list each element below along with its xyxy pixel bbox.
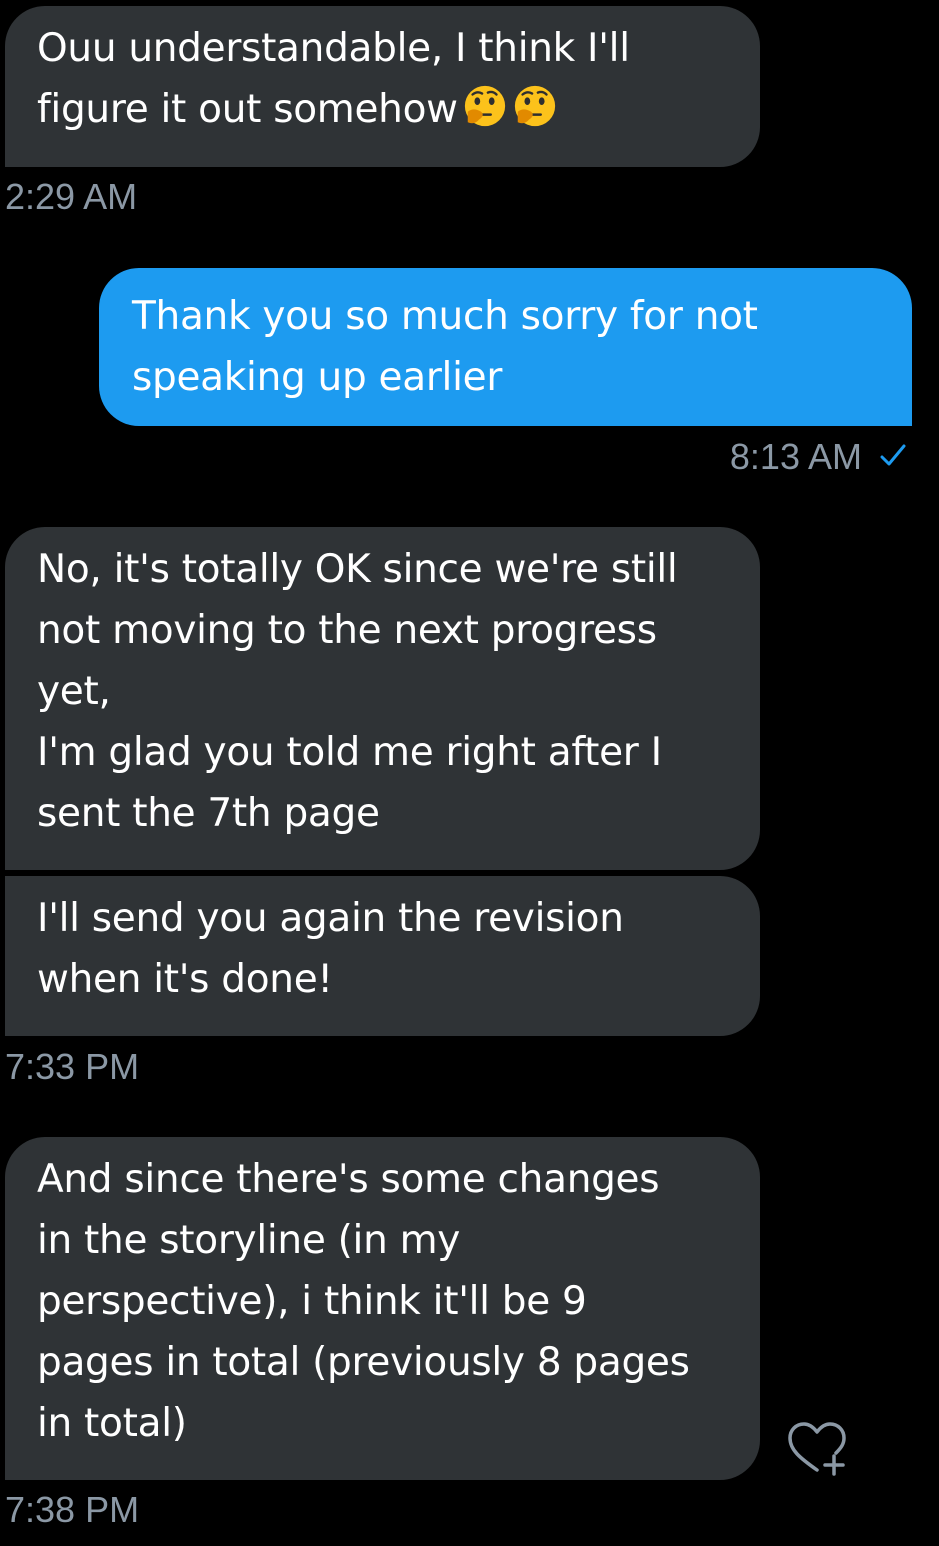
thinking-face-icon bbox=[464, 85, 505, 127]
message-bubble-incoming[interactable]: And since there's some changes in the st… bbox=[5, 1137, 760, 1480]
message-bubble-incoming[interactable]: No, it's totally OK since we're still no… bbox=[5, 527, 760, 870]
message-bubble-incoming[interactable]: Ouu understandable, I think I'll figure … bbox=[5, 6, 760, 167]
message-timestamp: 7:33 PM bbox=[5, 1046, 140, 1087]
message-timestamp: 8:13 AM bbox=[729, 436, 862, 477]
heart-plus-icon[interactable] bbox=[786, 1420, 848, 1478]
thinking-face-icon bbox=[514, 85, 555, 127]
message-timestamp: 2:29 AM bbox=[5, 176, 138, 217]
message-bubble-incoming[interactable]: I'll send you again the revision when it… bbox=[5, 876, 760, 1036]
message-text: Thank you so much sorry for not speaking… bbox=[132, 294, 758, 400]
message-bubble-outgoing[interactable]: Thank you so much sorry for not speaking… bbox=[99, 268, 912, 426]
message-timestamp: 7:38 PM bbox=[5, 1489, 140, 1530]
checkmark-icon bbox=[880, 444, 906, 466]
message-text: And since there's some changes in the st… bbox=[37, 1157, 690, 1446]
message-text: I'll send you again the revision when it… bbox=[37, 896, 624, 1002]
message-text: No, it's totally OK since we're still no… bbox=[37, 547, 678, 836]
